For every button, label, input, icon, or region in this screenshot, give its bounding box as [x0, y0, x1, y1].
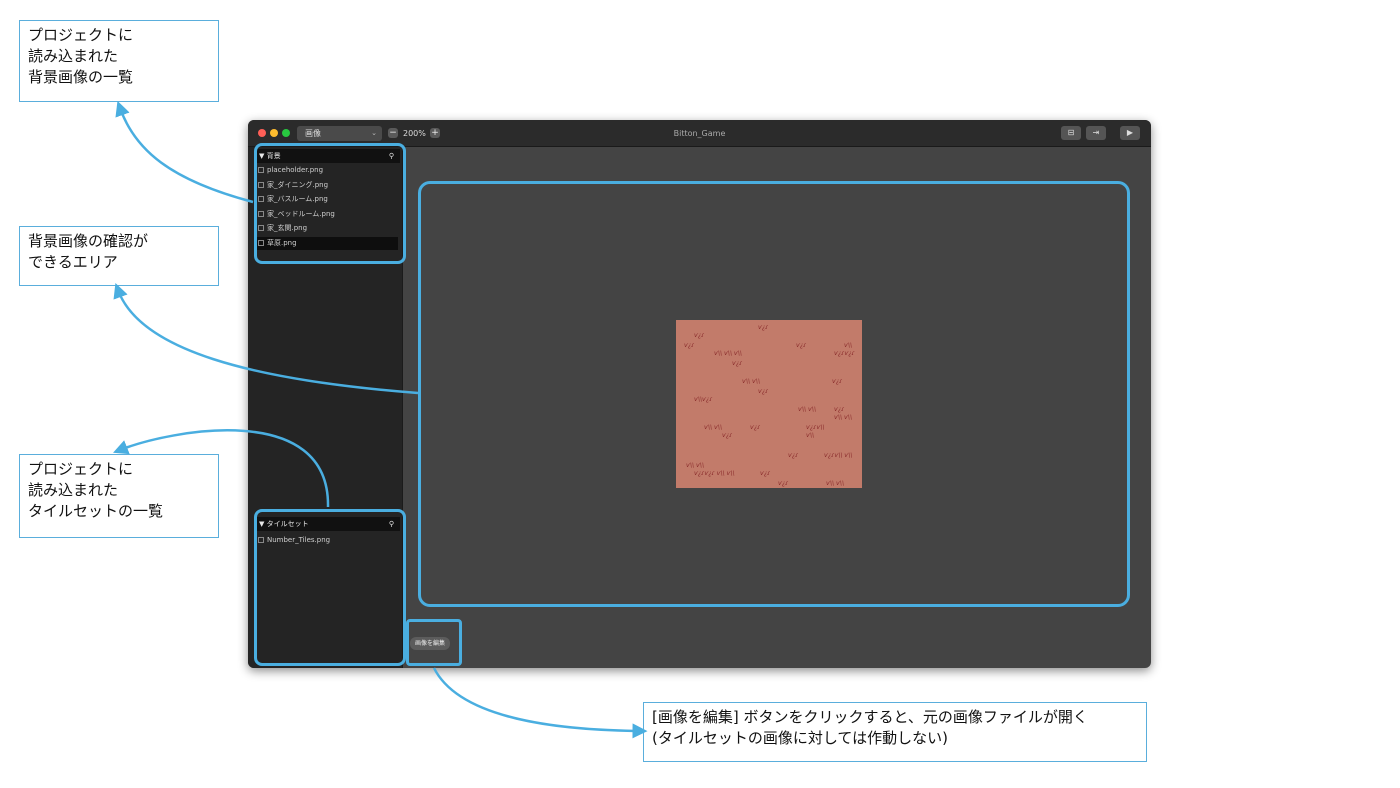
- highlight-edit-button: [406, 619, 462, 666]
- play-icon[interactable]: ▶: [1120, 126, 1140, 140]
- highlight-tileset-list: [254, 509, 406, 666]
- annotation-background-list: プロジェクトに 読み込まれた 背景画像の一覧: [19, 20, 219, 102]
- annotation-tileset-list: プロジェクトに 読み込まれた タイルセットの一覧: [19, 454, 219, 538]
- annotation-edit-button: [画像を編集] ボタンをクリックすると、元の画像ファイルが開く (タイルセットの…: [643, 702, 1147, 762]
- export-icon[interactable]: ⇥: [1086, 126, 1106, 140]
- window-title: Bitton_Game: [673, 129, 726, 138]
- highlight-background-list: [254, 143, 406, 264]
- highlight-preview-area: [418, 181, 1130, 607]
- folder-icon[interactable]: ⊟: [1061, 126, 1081, 140]
- annotation-preview-area: 背景画像の確認が できるエリア: [19, 226, 219, 286]
